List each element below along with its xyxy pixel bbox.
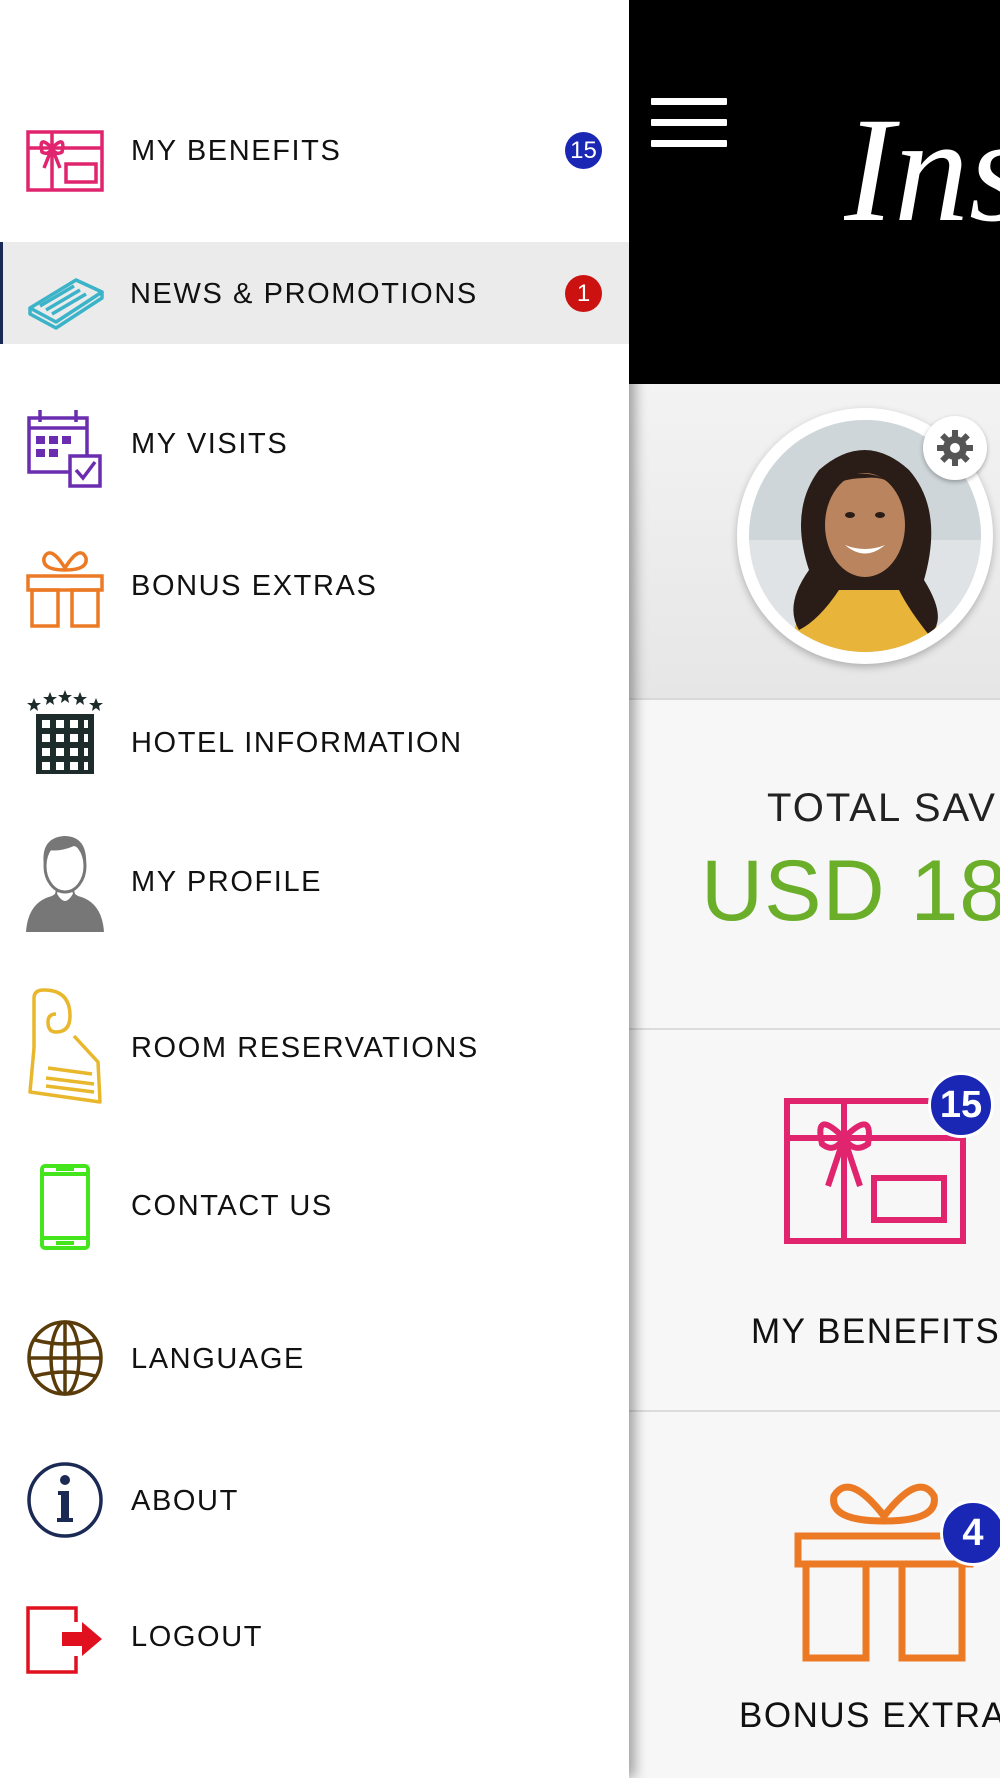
notification-badge: 15 — [565, 132, 602, 169]
home-screen: Ins — [629, 0, 1000, 1778]
menu-label: MY VISITS — [131, 428, 289, 460]
gift-box-icon — [26, 551, 104, 628]
notification-badge: 1 — [565, 275, 602, 312]
menu-item-my-visits[interactable]: MY VISITS — [0, 400, 629, 500]
savings-label: TOTAL SAV — [767, 786, 997, 830]
gear-icon — [937, 430, 973, 466]
gift-card-icon — [26, 130, 104, 192]
settings-button[interactable] — [923, 416, 987, 480]
brand-logo: Ins — [844, 87, 1000, 253]
person-icon — [26, 836, 104, 932]
menu-label: ABOUT — [131, 1485, 239, 1517]
gift-box-icon — [794, 1483, 974, 1662]
phone-icon — [40, 1164, 90, 1250]
tile-bonus-badge: 4 — [940, 1500, 1000, 1566]
menu-item-about[interactable]: ABOUT — [0, 1450, 629, 1550]
menu-item-contact-us[interactable]: CONTACT US — [0, 1160, 629, 1260]
menu-label: BONUS EXTRAS — [131, 570, 378, 602]
savings-value: USD 18 — [701, 843, 1000, 939]
menu-label: ROOM RESERVATIONS — [131, 1032, 479, 1064]
navigation-drawer: MY BENEFITS 15 NEWS & PROMOTIONS 1 MY VI… — [0, 0, 629, 1778]
tile-my-benefits[interactable]: 15 MY BENEFITS — [629, 1032, 1000, 1412]
menu-label: LANGUAGE — [131, 1343, 305, 1375]
savings-panel: TOTAL SAV USD 18 — [629, 700, 1000, 1030]
menu-hamburger-button[interactable] — [651, 98, 727, 148]
menu-item-my-benefits[interactable]: MY BENEFITS 15 — [0, 100, 629, 200]
logout-icon — [26, 1606, 102, 1674]
menu-item-news-promotions[interactable]: NEWS & PROMOTIONS 1 — [0, 242, 629, 344]
info-icon — [27, 1462, 103, 1538]
menu-label: MY PROFILE — [131, 866, 323, 898]
menu-item-room-reservations[interactable]: ROOM RESERVATIONS — [0, 980, 629, 1110]
menu-label: MY BENEFITS — [131, 135, 342, 167]
menu-item-language[interactable]: LANGUAGE — [0, 1310, 629, 1410]
profile-section — [629, 384, 1000, 700]
tile-bonus-extras-label: BONUS EXTRA — [739, 1696, 1000, 1735]
menu-item-hotel-information[interactable]: HOTEL INFORMATION — [0, 690, 629, 790]
hotel-building-icon — [27, 690, 103, 774]
door-hanger-icon — [28, 988, 102, 1104]
menu-label: LOGOUT — [131, 1621, 264, 1653]
menu-item-logout[interactable]: LOGOUT — [0, 1590, 629, 1690]
tile-bonus-extras[interactable]: 4 BONUS EXTRA — [629, 1414, 1000, 1778]
menu-item-bonus-extras[interactable]: BONUS EXTRAS — [0, 540, 629, 640]
tile-benefits-badge: 15 — [928, 1072, 994, 1138]
menu-label: NEWS & PROMOTIONS — [130, 278, 478, 310]
menu-item-my-profile[interactable]: MY PROFILE — [0, 830, 629, 940]
menu-label: CONTACT US — [131, 1190, 333, 1222]
tile-my-benefits-label: MY BENEFITS — [751, 1312, 1000, 1351]
newspaper-icon — [28, 278, 104, 330]
svg-text:Ins: Ins — [844, 87, 1000, 253]
app-header: Ins — [629, 0, 1000, 384]
calendar-check-icon — [27, 410, 102, 488]
menu-label: HOTEL INFORMATION — [131, 727, 463, 759]
globe-icon — [27, 1320, 103, 1396]
